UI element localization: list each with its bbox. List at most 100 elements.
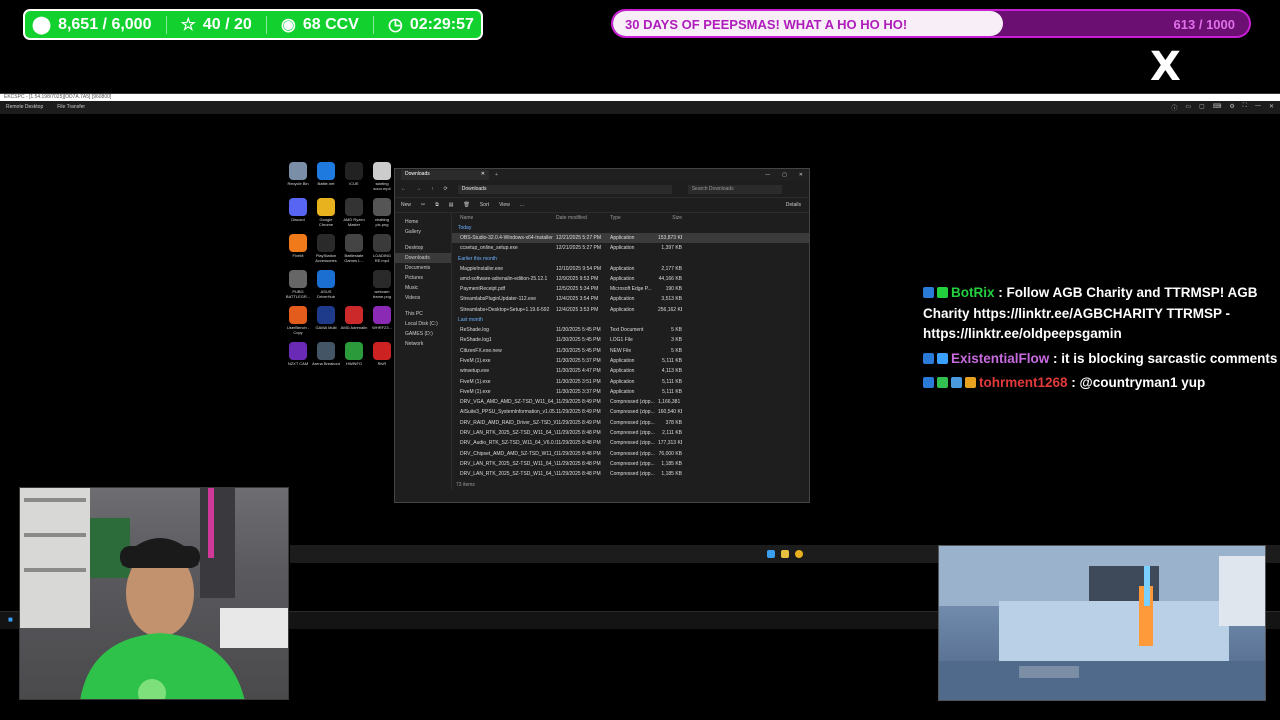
address-bar[interactable]: Downloads [457,184,672,194]
window-close-icon[interactable]: ✕ [799,172,803,178]
file-row[interactable]: DRV_LAN_RTK_2025_SZ-TSD_W11_64_V1... 11/2… [452,459,809,469]
desktop-icon[interactable]: AMD Ryzen Master [340,198,368,234]
settings-icon[interactable]: ⚙ [1229,103,1234,112]
file-explorer-icon[interactable] [781,550,789,558]
display-icon[interactable]: ▭ [1185,103,1191,112]
sidebar-item-desktop[interactable]: Desktop [395,243,451,253]
desktop-icon[interactable]: starting soon.mp4 [368,162,396,198]
desktop-icon[interactable]: HWiNFO [340,342,368,378]
file-row[interactable]: ReShade.log1 11/30/2025 5:45 PM LOG1 File 3… [452,335,809,345]
forward-arrow-icon[interactable]: → [416,186,421,192]
group-header[interactable]: Today [452,223,809,233]
file-row[interactable]: DRV_RAID_AMD_RAID_Driver_SZ-TSD_W... 11/2… [452,418,809,428]
sort-button[interactable]: Sort [480,202,489,208]
column-date[interactable]: Date modified [556,213,610,223]
minimize-icon[interactable]: — [1255,103,1261,112]
keyboard-icon[interactable]: ⌨ [1213,103,1222,112]
file-row[interactable]: DRV_Audio_RTK_SZ-TSD_W11_64_V6.0.9 11/29/… [452,438,809,448]
file-row[interactable]: OBS-Studio-32.0.4-Windows-x64-Installer 1… [452,233,809,244]
file-row[interactable]: MagpieInstaller.exe 12/10/2025 9:54 PM App… [452,264,809,274]
file-row[interactable]: CitizenFX.exe.new 11/30/2025 5:45 PM NEW F… [452,346,809,356]
tab-close-icon[interactable]: ✕ [481,171,485,179]
sidebar-item-music[interactable]: Music [395,283,451,293]
fullscreen-icon[interactable]: ⛶ [1243,103,1247,112]
file-row[interactable]: PaymentReceipt.pdf 12/5/2025 5:34 PM Micro… [452,284,809,294]
desktop-icon[interactable]: GAMA Multi [312,306,340,342]
window-minimize-icon[interactable]: — [765,172,770,178]
more-options-button[interactable]: ... [520,202,524,208]
desktop-icon[interactable]: RivR [368,342,396,378]
desktop-icon[interactable]: AMD Adrenalin [340,306,368,342]
view-button[interactable]: View [499,202,510,208]
file-row[interactable]: ccsetup_online_setup.exe 12/21/2025 5:27 … [452,243,809,253]
file-row[interactable]: FiveM (1).exe 11/30/2025 5:37 PM Applicati… [452,356,809,366]
windows-start-icon[interactable]: ■ [8,616,16,624]
stream-stats-bar: ⬤ 8,651 / 6,000 ☆ 40 / 20 ◉ 68 CCV ◷ 02:29:57 [23,9,483,40]
details-button[interactable]: Details [786,202,801,208]
sidebar-item-this-pc[interactable]: This PC [395,309,451,319]
info-icon[interactable]: ⓘ [1171,103,1177,112]
file-row[interactable]: amd-software-adrenalin-edition-25.12.1 12… [452,274,809,284]
desktop-icon[interactable]: Recycle Bin [284,162,312,198]
file-row[interactable]: DRV_LAN_RTK_2025_SZ-TSD_W11_64_V1... 11/2… [452,428,809,438]
file-row[interactable]: DRV_LAN_RTK_2025_SZ-TSD_W11_64_V1... 11/2… [452,469,809,479]
desktop-icon[interactable]: PUBG BATTLEGR... [284,270,312,306]
sidebar-item-games-d[interactable]: GAMES (D:) [395,329,451,339]
close-icon[interactable]: ✕ [1269,103,1274,112]
paste-icon[interactable]: ▤ [449,202,454,208]
desktop-icon[interactable]: Battlestate Games L... [340,234,368,270]
desktop-icon[interactable]: UserBench - Copy [284,306,312,342]
file-row[interactable]: winsetup.exe 11/30/2025 4:47 PM Applicatio… [452,366,809,376]
sidebar-item-network[interactable]: Network [395,339,451,349]
desktop-icon[interactable]: LOADING RE.mp4 [368,234,396,270]
file-row[interactable]: FiveM (1).exe 11/30/2025 3:51 PM Applicati… [452,377,809,387]
desktop-icon[interactable]: Battle.net [312,162,340,198]
sidebar-item-gallery[interactable]: Gallery [395,227,451,237]
desktop-icon[interactable]: iCUE [340,162,368,198]
explorer-tab[interactable]: Downloads ✕ [401,170,489,180]
file-row[interactable]: DRV_VGA_AMD_AMD_SZ-TSD_W11_64_V... 11/29/… [452,397,809,407]
new-tab-icon[interactable]: + [495,172,498,178]
file-row[interactable]: StreamlabsPluginUpdater-112.exe 12/4/2025… [452,294,809,304]
sidebar-item-downloads[interactable]: Downloads [395,253,451,263]
search-input[interactable]: Search Downloads [687,184,782,194]
copy-icon[interactable]: ⧉ [435,202,439,208]
desktop-icon[interactable]: Google Chrome [312,198,340,234]
desktop-icon[interactable]: PlayStation Accessories [312,234,340,270]
group-header[interactable]: Last month [452,315,809,325]
chat-icon[interactable]: ▢ [1199,103,1205,112]
delete-icon[interactable]: 🗑 [464,202,470,208]
desktop-icon[interactable]: webcam frame.png [368,270,396,306]
window-maximize-icon[interactable]: ▢ [782,172,787,178]
up-arrow-icon[interactable]: ↑ [431,186,434,192]
sidebar-item-pictures[interactable]: Pictures [395,273,451,283]
sidebar-item-documents[interactable]: Documents [395,263,451,273]
file-row[interactable]: ReShade.log 11/30/2025 5:45 PM Text Docume… [452,325,809,335]
sidebar-item-videos[interactable]: Videos [395,293,451,303]
sidebar-item-home[interactable]: Home [395,217,451,227]
desktop-icon[interactable]: FiveM [284,234,312,270]
column-name[interactable]: Name [460,213,556,223]
column-type[interactable]: Type [610,213,658,223]
group-header[interactable]: Earlier this month [452,254,809,264]
file-row[interactable]: AISuite3_PPSU_SystemInformation_v1.05...… [452,407,809,417]
desktop-icon[interactable]: chatting pic.png [368,198,396,234]
desktop-icon[interactable]: WHRF23... [368,306,396,342]
file-row[interactable]: FiveM (1).exe 11/30/2025 3:37 PM Applicati… [452,387,809,397]
back-arrow-icon[interactable]: ← [401,186,406,192]
column-size[interactable]: Size [658,213,682,223]
file-row[interactable]: Streamlabs+Desktop+Setup+1.19.6-592 12/4/… [452,305,809,315]
file-row[interactable]: DRV_Chipset_AMD_AMD_SZ-TSD_W11_6... 11/29… [452,449,809,459]
desktop-icon[interactable]: Discord [284,198,312,234]
tab-remote-desktop[interactable]: Remote Desktop [6,101,43,113]
sidebar-item-local-disk-c[interactable]: Local Disk (C:) [395,319,451,329]
desktop-icon[interactable]: NZXT CAM [284,342,312,378]
tab-file-transfer[interactable]: File Transfer [57,101,85,113]
cut-icon[interactable]: ✂ [421,202,425,208]
desktop-icon[interactable]: Arena Breakout [312,342,340,378]
start-icon[interactable] [767,550,775,558]
chrome-icon[interactable] [795,550,803,558]
new-button[interactable]: New [401,202,411,208]
desktop-icon[interactable]: ASUS DriverHub [312,270,340,306]
refresh-icon[interactable]: ⟳ [444,186,448,192]
